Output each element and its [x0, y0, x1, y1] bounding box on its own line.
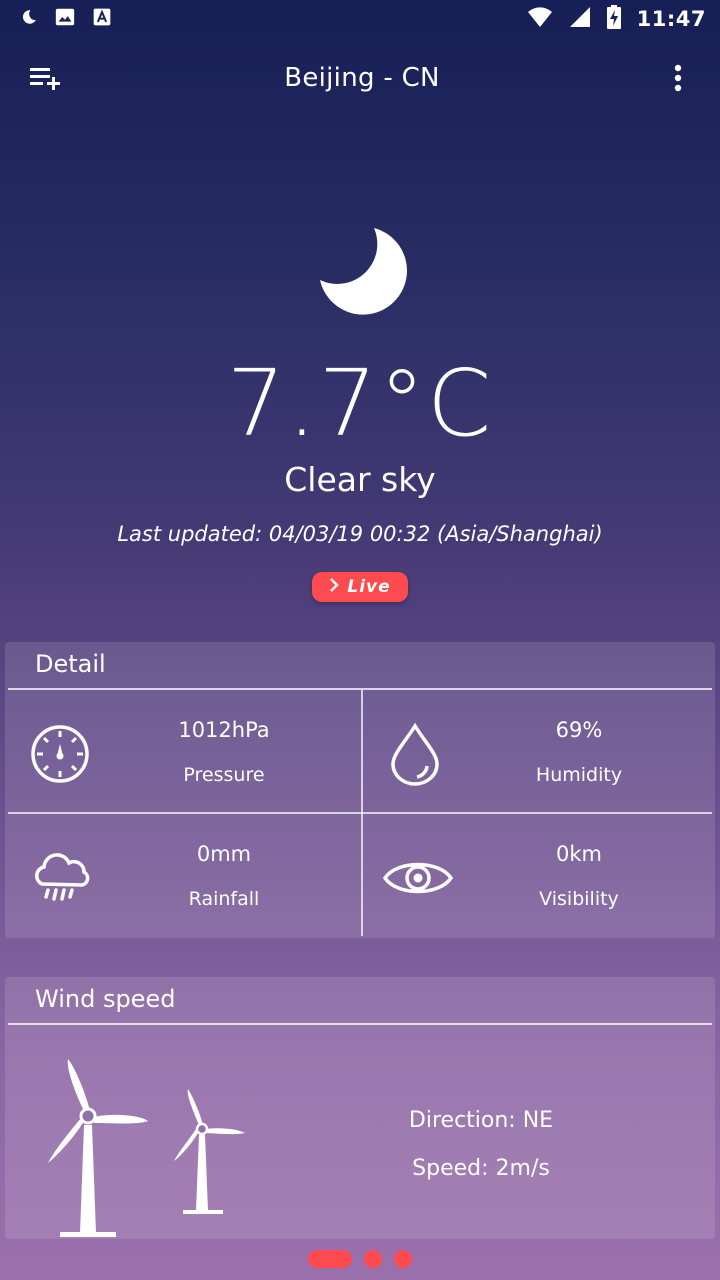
detail-item-rainfall: 0mm Rainfall — [8, 814, 360, 937]
page-dot-3[interactable] — [394, 1250, 412, 1268]
font-icon — [92, 7, 112, 31]
last-updated: Last updated: 04/03/19 00:32 (Asia/Shang… — [117, 522, 603, 546]
image-icon — [54, 6, 76, 32]
page-title: Beijing - CN — [284, 63, 440, 93]
wind-turbine-icon — [40, 1055, 260, 1240]
live-label: Live — [347, 577, 391, 597]
chevron-right-icon — [329, 577, 340, 597]
app-bar: Beijing - CN — [0, 38, 720, 118]
detail-item-pressure: 1012hPa Pressure — [8, 690, 360, 813]
wifi-icon — [527, 6, 553, 32]
more-vert-icon[interactable] — [658, 58, 698, 98]
page-dot-1[interactable] — [308, 1250, 352, 1268]
wind-title: Wind speed — [8, 977, 712, 1025]
barometer-icon — [28, 722, 92, 786]
detail-title: Detail — [8, 642, 712, 690]
detail-item-humidity: 69% Humidity — [363, 690, 715, 813]
wind-speed: Speed: 2m/s — [412, 1156, 550, 1181]
humidity-label: Humidity — [535, 764, 623, 786]
battery-charging-icon — [606, 5, 621, 33]
page-dot-2[interactable] — [364, 1250, 382, 1268]
water-drop-icon — [383, 722, 447, 786]
status-bar: 11:47 — [0, 0, 720, 38]
status-time: 11:47 — [636, 7, 706, 31]
weather-condition: Clear sky — [284, 460, 436, 499]
visibility-label: Visibility — [539, 888, 619, 910]
status-right-icons: 11:47 — [527, 5, 706, 33]
wind-direction: Direction: NE — [408, 1108, 554, 1133]
eye-icon — [382, 846, 454, 910]
live-button[interactable]: Live — [312, 572, 408, 602]
humidity-value: 69% — [555, 718, 603, 742]
rain-cloud-icon — [28, 846, 92, 910]
rainfall-label: Rainfall — [188, 888, 260, 910]
detail-item-visibility: 0km Visibility — [363, 814, 715, 937]
visibility-value: 0km — [556, 842, 602, 866]
temperature: 7.7°C — [226, 350, 494, 457]
playlist-add-icon[interactable] — [26, 58, 66, 98]
page-indicator — [0, 1248, 720, 1270]
pressure-value: 1012hPa — [178, 718, 270, 742]
rainfall-value: 0mm — [196, 842, 252, 866]
detail-horizontal-divider — [8, 812, 712, 814]
moon-icon — [20, 8, 38, 30]
signal-icon — [569, 6, 591, 32]
moon-icon — [312, 222, 408, 318]
status-left-icons — [20, 6, 112, 32]
detail-card: Detail 1012hPa Pressure 69% Humidity 0mm… — [5, 642, 715, 938]
pressure-label: Pressure — [183, 764, 265, 786]
detail-grid: 1012hPa Pressure 69% Humidity 0mm Rainfa… — [8, 690, 712, 936]
